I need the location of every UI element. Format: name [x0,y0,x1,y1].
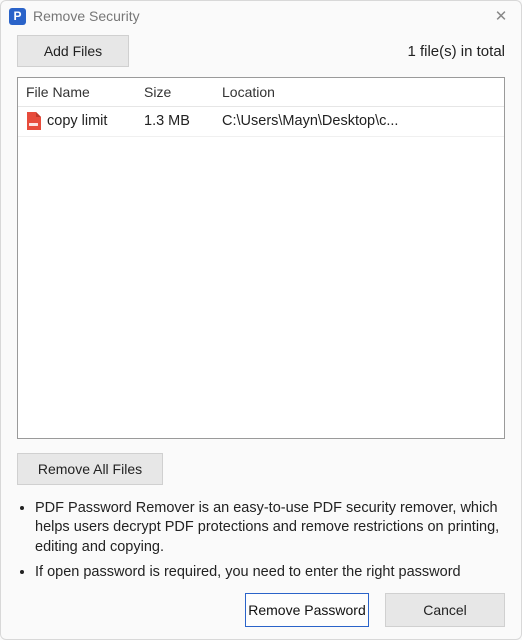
cancel-button[interactable]: Cancel [385,593,505,627]
header-filename: File Name [26,84,144,100]
info-bullet: If open password is required, you need t… [35,563,501,583]
content-area: Add Files 1 file(s) in total File Name S… [1,29,521,639]
file-count-text: 1 file(s) in total [407,43,505,60]
title-bar: P Remove Security ✕ [1,1,521,29]
window-title: Remove Security [33,8,491,24]
table-header: File Name Size Location [18,78,504,107]
file-list-box: File Name Size Location copy limit 1.3 M… [17,77,505,439]
pdf-file-icon [26,112,41,130]
remove-password-button[interactable]: Remove Password [245,593,369,627]
top-row: Add Files 1 file(s) in total [17,35,505,67]
remove-all-files-button[interactable]: Remove All Files [17,453,163,485]
header-size: Size [144,84,222,100]
table-row[interactable]: copy limit 1.3 MB C:\Users\Mayn\Desktop\… [18,107,504,137]
footer-row: Remove Password Cancel [17,593,505,627]
info-list: PDF Password Remover is an easy-to-use P… [17,499,505,583]
close-icon[interactable]: ✕ [491,7,511,25]
cell-filename: copy limit [26,112,144,130]
table-body: copy limit 1.3 MB C:\Users\Mayn\Desktop\… [18,107,504,438]
cell-location: C:\Users\Mayn\Desktop\c... [222,113,496,129]
app-icon: P [9,8,26,25]
filename-text: copy limit [47,113,107,129]
header-location: Location [222,84,496,100]
below-box: Remove All Files PDF Password Remover is… [17,453,505,627]
info-bullet: PDF Password Remover is an easy-to-use P… [35,499,501,558]
add-files-button[interactable]: Add Files [17,35,129,67]
cell-size: 1.3 MB [144,113,222,129]
